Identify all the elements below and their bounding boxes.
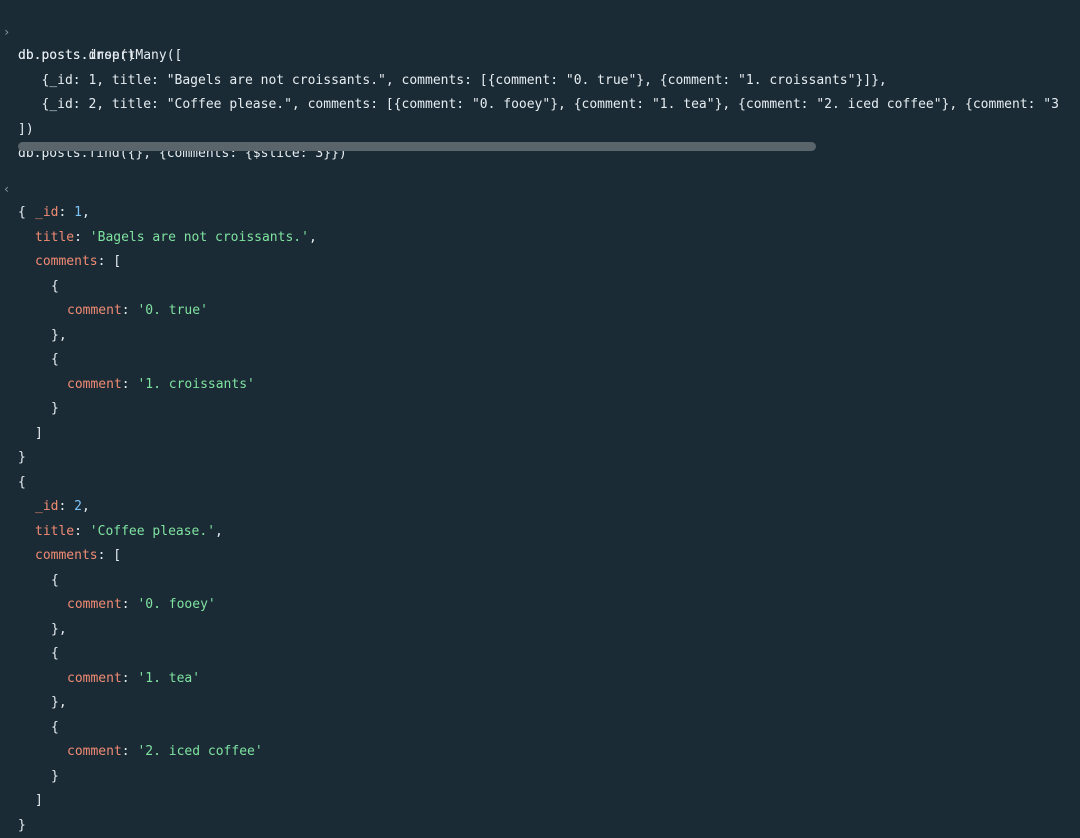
- shell-prompt[interactable]: test›: [3, 812, 73, 836]
- horizontal-scrollbar[interactable]: [18, 142, 1072, 151]
- output-line: comments: [: [35, 254, 122, 269]
- comment-value: '2. iced coffee': [137, 744, 263, 759]
- input-line: {_id: 1, title: "Bagels are not croissan…: [0, 44, 886, 88]
- doc-title: 'Coffee please.': [89, 523, 216, 539]
- doc-title: 'Bagels are not croissants.': [89, 229, 309, 245]
- scrollbar-thumb[interactable]: [18, 142, 816, 151]
- input-code: {_id: 2, title: "Coffee please.", commen…: [18, 97, 1059, 112]
- input-line: {_id: 2, title: "Coffee please.", commen…: [0, 69, 1058, 112]
- output-line: ‹ {: [0, 152, 31, 221]
- comment-value: '0. fooey': [137, 597, 216, 612]
- output-line: title: 'Coffee please.',: [35, 523, 223, 539]
- output-line: comment: '0. true': [67, 303, 208, 318]
- output-line: comments: [: [35, 548, 122, 563]
- input-code: db.posts.insertMany([: [18, 48, 183, 63]
- comment-value: '1. croissants': [137, 376, 255, 392]
- output-line: comment: '1. croissants': [67, 376, 255, 392]
- output-line: comment: '2. iced coffee': [67, 744, 263, 759]
- input-line: db.posts.find({}, {comments: {$slice: 3}…: [0, 118, 347, 161]
- input-code: {_id: 1, title: "Bagels are not croissan…: [18, 72, 887, 88]
- input-line: ]): [0, 93, 34, 137]
- output-line: comment: '1. tea': [67, 670, 201, 686]
- doc-id: 2: [74, 499, 82, 514]
- input-line: › db.posts.drop(): [0, 0, 135, 64]
- output-line: comment: '0. fooey': [67, 597, 216, 612]
- input-line: db.posts.insertMany([: [0, 20, 182, 63]
- output-line: title: 'Bagels are not croissants.',: [35, 229, 317, 245]
- doc-id: 1: [74, 205, 82, 220]
- comment-value: '1. tea': [137, 670, 201, 686]
- output-line: _id: 2,: [35, 499, 90, 514]
- output-line: _id: 1,: [35, 205, 90, 220]
- comment-value: '0. true': [137, 303, 208, 318]
